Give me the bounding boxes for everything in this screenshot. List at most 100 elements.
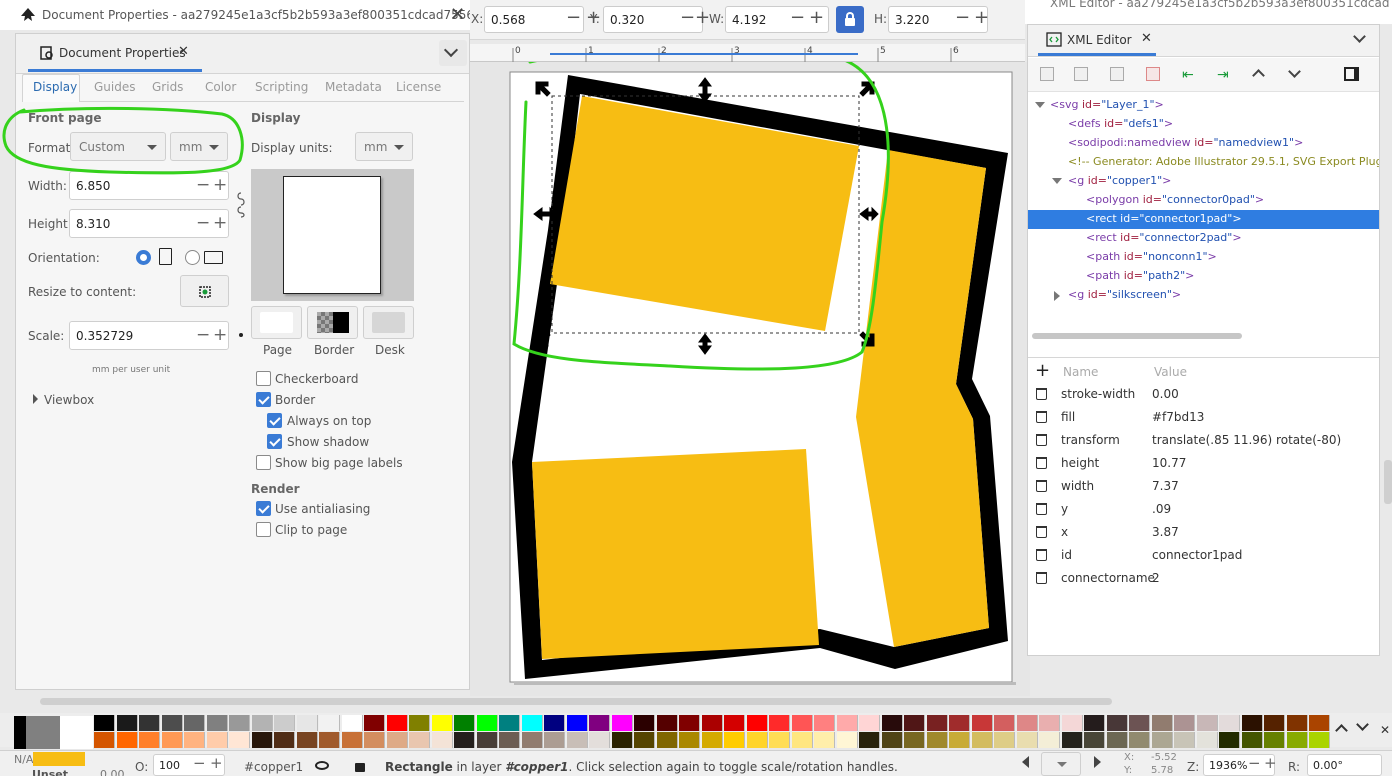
palette-swatch[interactable] (1264, 715, 1285, 731)
attribute-name[interactable]: width (1061, 479, 1094, 493)
palette-swatch[interactable] (724, 732, 745, 748)
nav-left-icon[interactable] (1022, 756, 1029, 768)
palette-swatch[interactable] (926, 732, 948, 748)
h-input[interactable]: 3.220 (888, 6, 988, 33)
minus-icon[interactable]: − (566, 8, 581, 28)
palette-swatch[interactable] (1286, 732, 1308, 748)
indent-node-icon[interactable]: ⇥ (1217, 67, 1229, 83)
attribute-value[interactable]: translate(.85 11.96) rotate(-80) (1152, 433, 1341, 447)
palette-swatch[interactable] (701, 732, 723, 748)
fill-indicator-swatch[interactable] (33, 752, 85, 766)
antialiasing-checkbox[interactable] (256, 501, 271, 516)
attribute-row[interactable]: id connector1pad (1028, 543, 1379, 566)
tree-node-comment[interactable]: <!-- Generator: Adobe Illustrator 29.5.1… (1068, 155, 1379, 168)
attribute-value[interactable]: #f7bd13 (1152, 410, 1204, 424)
palette-down-icon[interactable] (1356, 718, 1369, 731)
palette-swatch[interactable] (971, 715, 993, 731)
plus-icon[interactable]: + (974, 8, 989, 28)
attribute-row[interactable]: transform translate(.85 11.96) rotate(-80… (1028, 428, 1379, 451)
tree-node-silkscreen[interactable]: <g id="silkscreen"> (1068, 288, 1181, 301)
minus-icon[interactable]: − (680, 8, 695, 28)
desk-color-swatch[interactable] (363, 306, 414, 339)
dock-menu-button[interactable] (439, 40, 467, 66)
palette-swatch[interactable] (589, 715, 610, 731)
attribute-value[interactable]: 3.87 (1152, 525, 1179, 539)
palette-swatch[interactable] (161, 715, 183, 731)
close-tab-icon[interactable]: ✕ (178, 44, 189, 59)
attribute-value[interactable]: connector1pad (1152, 548, 1242, 562)
tab-metadata[interactable]: Metadata (325, 80, 382, 94)
palette-swatch[interactable] (386, 732, 408, 748)
tab-license[interactable]: License (396, 80, 441, 94)
delete-attribute-icon[interactable] (1036, 434, 1047, 446)
palette-swatch[interactable] (634, 715, 655, 731)
plus-icon[interactable]: + (1264, 754, 1277, 772)
palette-swatch[interactable] (1241, 732, 1263, 748)
palette-swatch[interactable] (1174, 732, 1195, 748)
palette-swatch[interactable] (836, 715, 858, 731)
palette-swatch[interactable] (206, 715, 228, 731)
palette-swatch[interactable] (634, 732, 655, 748)
portrait-radio[interactable] (136, 250, 151, 265)
palette-swatch[interactable] (746, 732, 768, 748)
palette-swatch[interactable] (1106, 715, 1128, 731)
canvas-drawing[interactable] (470, 62, 1030, 696)
palette-swatch[interactable] (1219, 715, 1240, 731)
attribute-row[interactable]: stroke-width 0.00 (1028, 382, 1379, 405)
tree-horizontal-scrollbar[interactable] (1032, 333, 1242, 339)
palette-swatch[interactable] (476, 715, 498, 731)
border-color-swatch[interactable] (307, 306, 358, 339)
attribute-row[interactable]: height 10.77 (1028, 451, 1379, 474)
resize-to-content-button[interactable] (180, 275, 229, 307)
plus-icon[interactable]: + (809, 8, 824, 28)
palette-swatch[interactable] (184, 732, 205, 748)
link-dimensions-icon[interactable] (235, 191, 247, 219)
rotation-input[interactable]: 0.00° (1307, 754, 1382, 776)
attribute-value[interactable]: 7.37 (1152, 479, 1179, 493)
palette-swatch[interactable] (589, 732, 610, 748)
tree-node-namedview[interactable]: <sodipodi:namedview id="namedview1"> (1068, 136, 1303, 149)
palette-swatch[interactable] (881, 715, 903, 731)
layout-menu-icon[interactable] (1344, 67, 1359, 81)
palette-swatch[interactable] (904, 732, 925, 748)
palette-swatch[interactable] (1129, 732, 1150, 748)
palette-swatch[interactable] (1309, 715, 1330, 731)
tree-node-path2[interactable]: <path id="path2"> (1086, 269, 1194, 282)
palette-swatch[interactable] (1151, 715, 1173, 731)
add-attribute-icon[interactable]: + (1035, 360, 1050, 381)
palette-swatch[interactable] (499, 715, 520, 731)
delete-attribute-icon[interactable] (1036, 411, 1047, 423)
palette-swatch[interactable] (791, 732, 813, 748)
attribute-name[interactable]: id (1061, 548, 1072, 562)
palette-swatch[interactable] (251, 715, 273, 731)
palette-swatch[interactable] (1151, 732, 1173, 748)
palette-swatch[interactable] (431, 732, 453, 748)
palette-swatch[interactable] (409, 732, 430, 748)
palette-swatch[interactable] (791, 715, 813, 731)
drawing-canvas[interactable] (470, 62, 1030, 696)
palette-swatch[interactable] (1039, 715, 1060, 731)
attribute-value[interactable]: 0.00 (1152, 387, 1179, 401)
viewbox-label[interactable]: Viewbox (44, 393, 94, 407)
palette-swatch[interactable] (949, 715, 970, 731)
minus-icon[interactable]: − (955, 8, 970, 28)
palette-swatch[interactable] (1039, 732, 1060, 748)
viewbox-expander-icon[interactable] (33, 394, 38, 404)
palette-menu-icon[interactable]: ✕ (1380, 723, 1390, 737)
palette-swatch[interactable] (499, 732, 520, 748)
tree-node-connector1pad-selected[interactable]: <rect id="connector1pad"> (1028, 210, 1379, 229)
palette-swatch[interactable] (521, 715, 543, 731)
palette-swatch[interactable] (566, 732, 588, 748)
palette-swatch[interactable] (544, 732, 565, 748)
attribute-name[interactable]: stroke-width (1061, 387, 1135, 401)
close-tab-icon[interactable]: ✕ (1141, 31, 1152, 46)
palette-swatch[interactable] (94, 732, 115, 748)
palette-swatch[interactable] (409, 715, 430, 731)
delete-attribute-icon[interactable] (1036, 503, 1047, 515)
palette-swatch[interactable] (1264, 732, 1285, 748)
palette-swatch[interactable] (1196, 715, 1218, 731)
palette-swatch[interactable] (679, 732, 700, 748)
palette-swatch[interactable] (611, 732, 633, 748)
palette-swatch[interactable] (431, 715, 453, 731)
landscape-radio[interactable] (185, 250, 200, 265)
